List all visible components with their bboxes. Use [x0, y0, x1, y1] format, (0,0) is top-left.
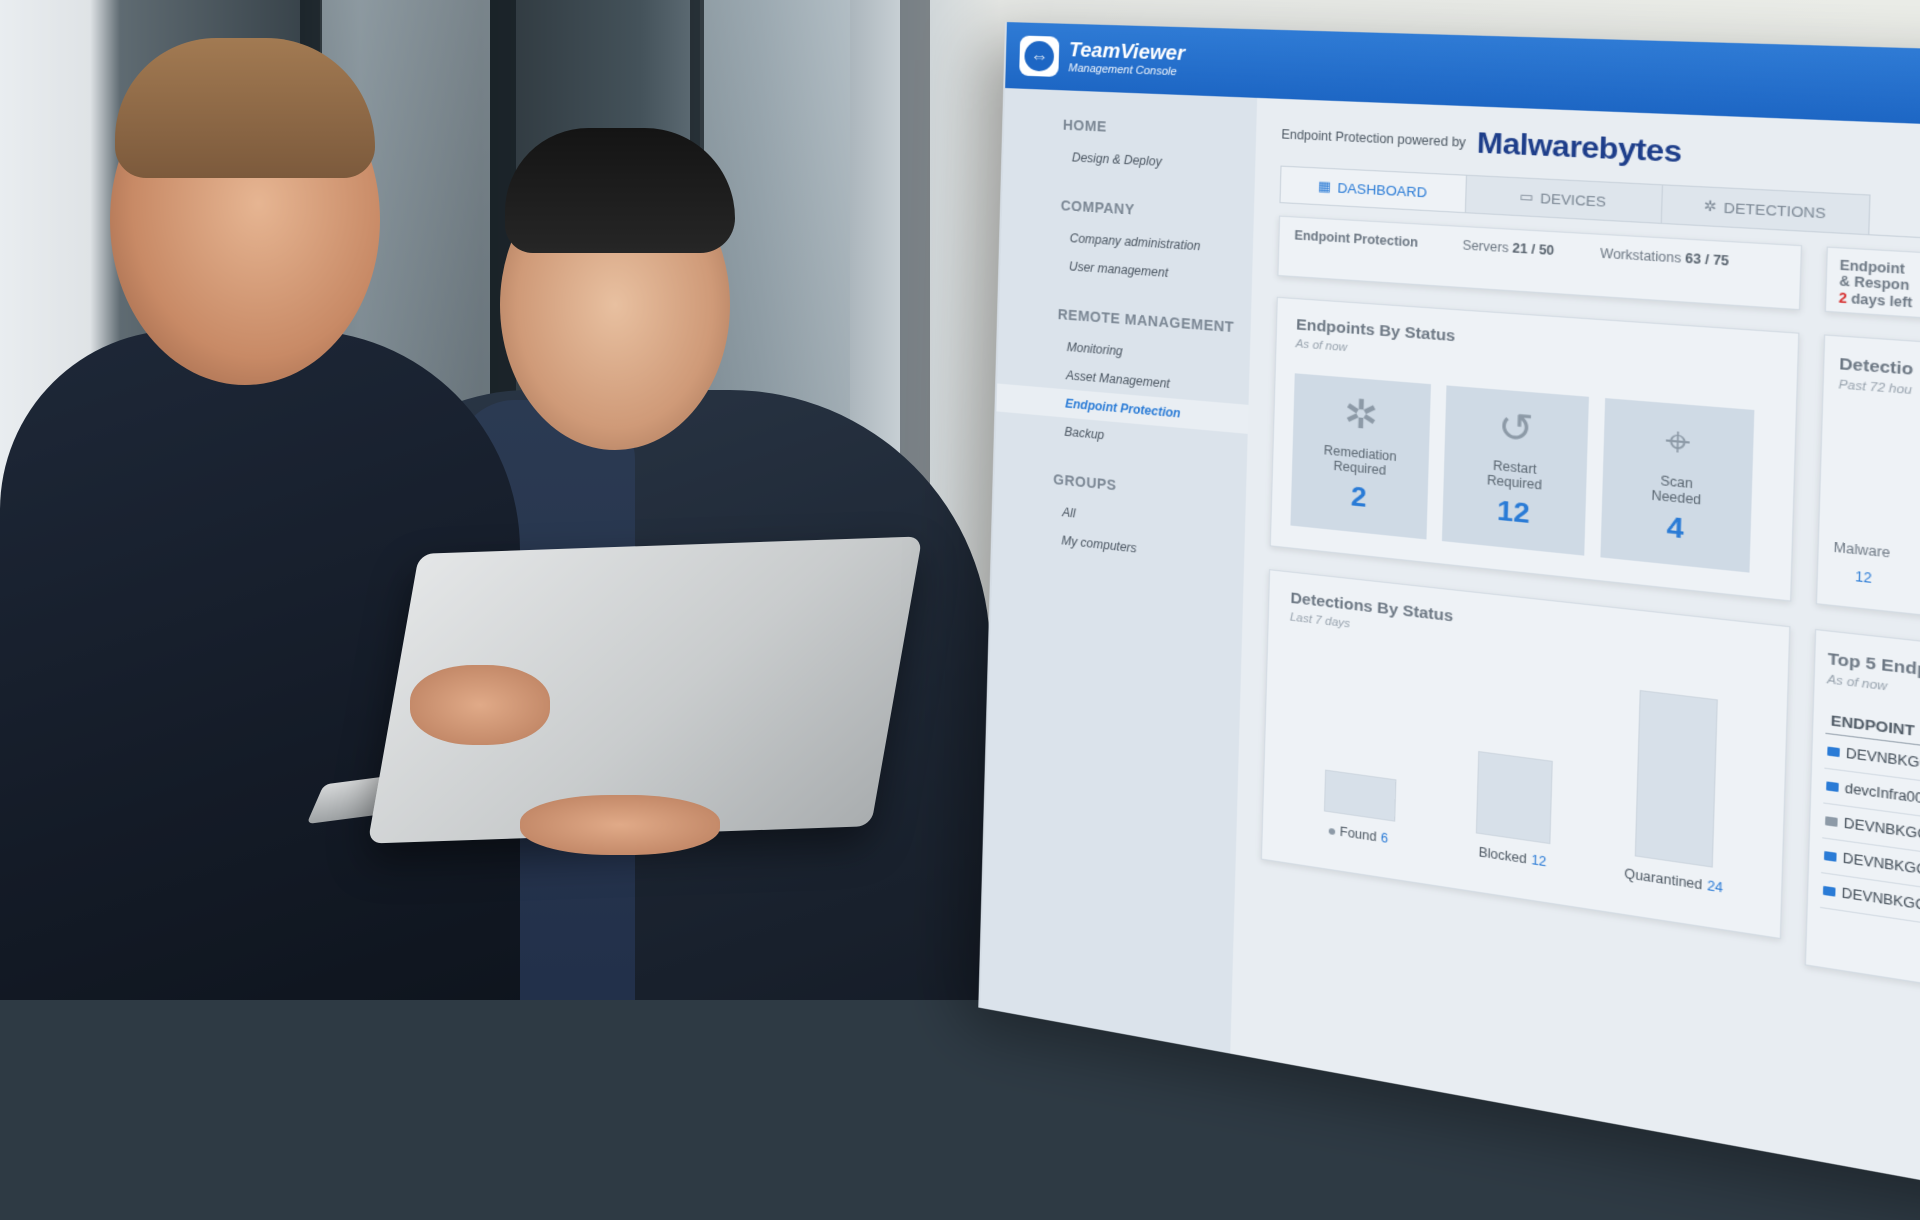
- bar-category: Quarantined: [1624, 866, 1702, 893]
- bar-value: 6: [1381, 830, 1389, 846]
- tile-restart-required[interactable]: ↺ Restart Required 12: [1442, 385, 1589, 555]
- bar-label: Quarantined 24: [1624, 866, 1723, 896]
- bug-icon: ✲: [1336, 389, 1387, 442]
- tab-label: DEVICES: [1540, 190, 1606, 210]
- hand: [520, 795, 720, 855]
- bar-column: Blocked 12: [1462, 749, 1567, 872]
- tile-label: Scan Needed: [1651, 472, 1702, 508]
- endpoint-summary-card: Endpoint Protection Servers 21 / 50 Work…: [1277, 216, 1802, 311]
- bar-value: 24: [1707, 878, 1723, 896]
- bar-label: Found 6: [1329, 823, 1389, 846]
- endpoints-by-status-card: Endpoints By Status As of now ✲ Remediat…: [1270, 297, 1800, 602]
- tile-count: 2: [1351, 480, 1368, 514]
- tile-label: Restart Required: [1487, 458, 1543, 494]
- bar-blocked[interactable]: [1476, 751, 1553, 844]
- crosshair-icon: ⌖: [1650, 415, 1706, 470]
- bar-category: Found: [1340, 824, 1377, 844]
- workstations-value: 63 / 75: [1685, 251, 1729, 269]
- bug-icon: ✲: [1703, 197, 1717, 215]
- bar-category: Blocked: [1478, 845, 1527, 867]
- bar-value: 12: [1531, 852, 1547, 869]
- card-subtitle: Past 72 hou: [1838, 378, 1920, 401]
- hand: [410, 665, 550, 745]
- dashboard-icon: ▦: [1318, 178, 1332, 195]
- malware-count: 12: [1855, 569, 1872, 587]
- tab-detections[interactable]: ✲ DETECTIONS: [1661, 184, 1871, 234]
- restart-icon: ↺: [1489, 402, 1542, 456]
- bar-found[interactable]: [1324, 770, 1396, 822]
- teamviewer-logo-icon[interactable]: ⇔: [1019, 35, 1059, 77]
- monitor-icon: [1826, 781, 1839, 792]
- bar-label: Blocked 12: [1478, 845, 1546, 870]
- tile-count: 12: [1497, 494, 1531, 531]
- legend-dot-icon: [1329, 828, 1336, 835]
- servers-value: 21 / 50: [1512, 241, 1554, 259]
- bar-quarantined[interactable]: [1635, 690, 1718, 868]
- monitor-icon: [1823, 886, 1836, 897]
- endpoint-name: DEVNBKGOP1: [1841, 885, 1920, 916]
- sidebar: HOME Design & Deploy COMPANY Company adm…: [980, 88, 1257, 1054]
- tile-label: Remediation Required: [1323, 443, 1397, 480]
- malware-label: Malware: [1833, 539, 1890, 560]
- dashboard-cards: Endpoint Protection Servers 21 / 50 Work…: [1257, 216, 1920, 1155]
- dashboard-panel: ⇔ TeamViewer Management Console HOME Des…: [978, 22, 1920, 1220]
- endpoint-name: DEVNBKGOP: [1844, 815, 1920, 844]
- trial-days: 2 days left: [1839, 290, 1920, 314]
- top5-endpoints-card: Top 5 Endpo As of now ENDPOINT DEVNBKGOP…: [1805, 629, 1920, 989]
- tab-label: DETECTIONS: [1724, 199, 1826, 221]
- brand-subtitle: Management Console: [1068, 63, 1184, 78]
- tab-label: DASHBOARD: [1337, 179, 1427, 200]
- endpoint-name: devcInfra0002: [1845, 780, 1920, 808]
- malwarebytes-logo: Malwarebytes: [1477, 126, 1682, 170]
- workstations-label: Workstations: [1600, 246, 1681, 266]
- person-right-hair: [505, 128, 735, 253]
- servers-label: Servers: [1462, 238, 1509, 256]
- servers-stat: Servers 21 / 50: [1462, 238, 1554, 259]
- brand: TeamViewer Management Console: [1068, 40, 1185, 79]
- workstations-stat: Workstations 63 / 75: [1600, 246, 1729, 269]
- detections-past-72h-card: Detectio Past 72 hou Malware 12: [1816, 334, 1920, 620]
- bar-column: Quarantined 24: [1620, 688, 1732, 896]
- trial-days-count: 2: [1839, 290, 1848, 306]
- endpoint-name: DEVNBKGOP1: [1842, 850, 1920, 881]
- tab-devices[interactable]: ▭ DEVICES: [1465, 175, 1663, 223]
- detections-by-status-card: Detections By Status Last 7 days Found 6 B…: [1261, 569, 1791, 939]
- trial-days-suffix: days left: [1851, 291, 1912, 311]
- summary-title: Endpoint Protection: [1294, 228, 1418, 250]
- monitor-icon: [1825, 816, 1838, 827]
- tile-remediation-required[interactable]: ✲ Remediation Required 2: [1290, 373, 1431, 539]
- main-content: Endpoint Protection powered by Malwareby…: [1230, 98, 1920, 1220]
- tab-dashboard[interactable]: ▦ DASHBOARD: [1279, 166, 1467, 213]
- tile-count: 4: [1666, 510, 1684, 546]
- endpoint-name: DEVNBKGOP: [1846, 745, 1920, 773]
- monitor-icon: [1824, 851, 1837, 862]
- edr-trial-card[interactable]: Endpoint & Respon 2 days left: [1825, 247, 1920, 322]
- powered-by-text: Endpoint Protection powered by: [1281, 127, 1466, 150]
- bar-column: Found 6: [1310, 768, 1409, 849]
- monitor-icon: ▭: [1519, 188, 1533, 206]
- brand-name: TeamViewer: [1069, 40, 1186, 64]
- monitor-icon: [1827, 747, 1840, 758]
- tile-scan-needed[interactable]: ⌖ Scan Needed 4: [1600, 398, 1754, 573]
